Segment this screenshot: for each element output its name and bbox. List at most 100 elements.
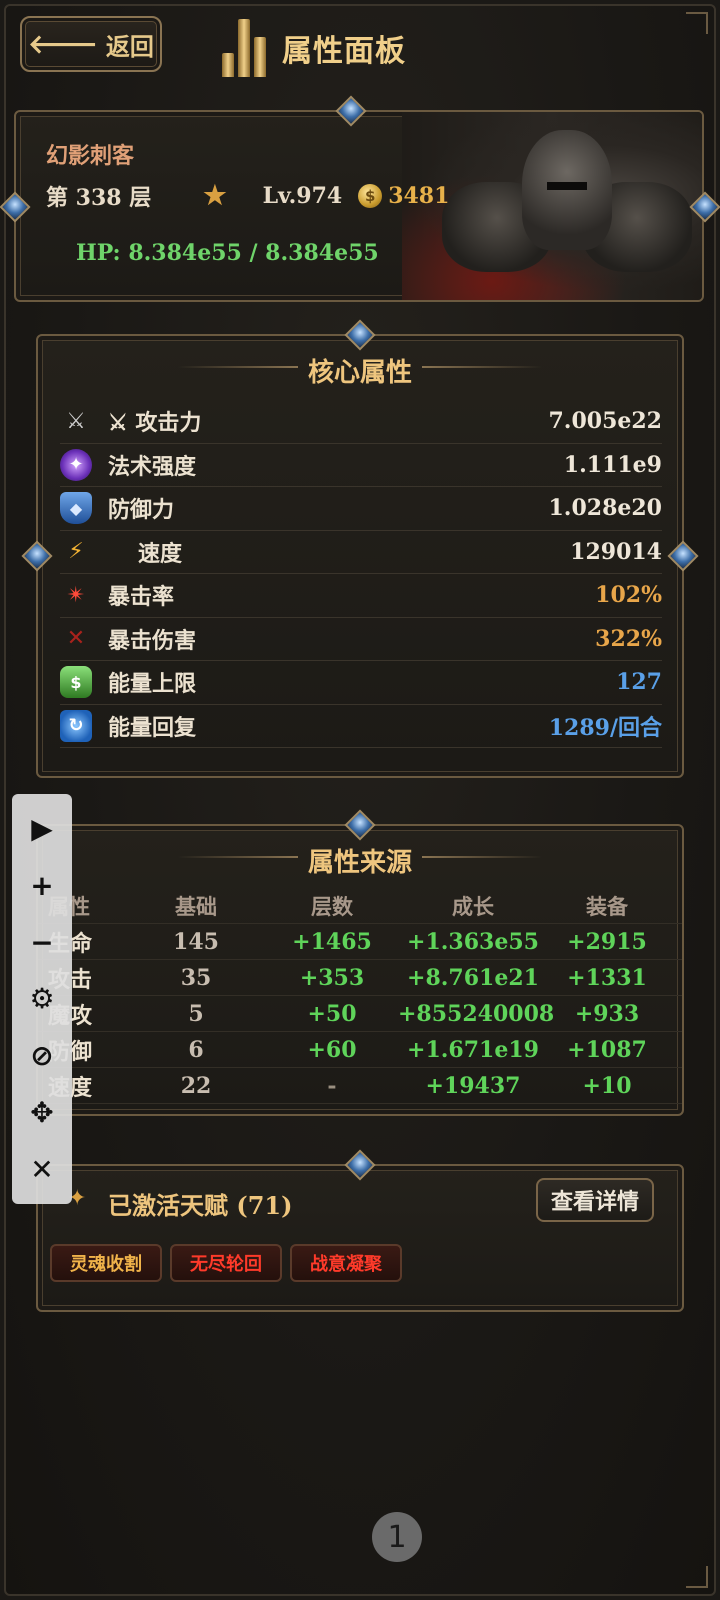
table-cell: +8.761e21 <box>407 964 539 991</box>
page-title: 属性面板 <box>282 34 406 69</box>
hp-readout: HP: 8.384e55 / 8.384e55 <box>76 240 379 266</box>
talents-title: 已激活天赋 (71) <box>108 1191 293 1220</box>
stat-row-attack: ⚔ ⚔ 攻击力 7.005e22 <box>60 400 662 444</box>
lightning-icon: ⚡ <box>68 539 84 565</box>
shield-icon: ◆ <box>60 492 92 525</box>
core-stats-list: ⚔ ⚔ 攻击力 7.005e22 ✦ 法术强度 1.111e9 ◆ 防御力 1.… <box>60 400 662 748</box>
corner-ornament <box>686 12 708 34</box>
zoom-out-icon[interactable]: − <box>22 922 62 962</box>
character-stats: 第 338 层 ★ Lv.974 $ 3481 <box>46 180 449 212</box>
view-details-button[interactable]: 查看详情 <box>536 1178 654 1222</box>
stat-value: 127 <box>616 669 662 696</box>
table-cell: +1.671e19 <box>407 1036 539 1063</box>
sources-title: 属性来源 <box>307 848 412 878</box>
stat-label: 暴击率 <box>108 584 175 611</box>
zoom-in-icon[interactable]: + <box>22 865 62 905</box>
corner-ornament <box>686 1566 708 1588</box>
play-icon[interactable]: ▶ <box>22 808 62 848</box>
character-name: 幻影刺客 <box>46 143 135 169</box>
level-label: Lv.974 <box>262 183 343 209</box>
stat-value: 7.005e22 <box>548 408 662 435</box>
stat-row-defense: ◆ 防御力 1.028e20 <box>60 487 662 531</box>
table-row: 魔攻 5 +50 +855240008 +933 <box>38 996 682 1032</box>
stat-label: 能量上限 <box>108 671 197 698</box>
table-header: 属性 基础 层数 成长 装备 <box>38 888 682 924</box>
table-cell: +1.363e55 <box>407 928 539 955</box>
table-cell: +1087 <box>567 1036 647 1063</box>
table-cell: 145 <box>173 928 219 955</box>
table-row: 速度 22 - +19437 +10 <box>38 1068 682 1104</box>
stat-row-spell-power: ✦ 法术强度 1.111e9 <box>60 444 662 487</box>
stat-row-energy-cap: $ 能量上限 127 <box>60 661 662 705</box>
sword-icon: ⚔ <box>66 408 86 434</box>
close-icon[interactable]: ✕ <box>22 1149 62 1189</box>
stat-row-crit-damage: ✕ 暴击伤害 322% <box>60 618 662 661</box>
sources-panel: 属性来源 属性 基础 层数 成长 装备 生命 145 +1465 +1.363e… <box>36 809 684 1116</box>
table-cell: +1331 <box>567 964 647 991</box>
column-header: 装备 <box>586 893 628 919</box>
magic-icon: ✦ <box>60 448 92 481</box>
stat-label: 能量回复 <box>108 714 197 741</box>
regen-icon: ↻ <box>60 709 92 742</box>
table-cell: +2915 <box>567 928 647 955</box>
table-cell: +60 <box>307 1036 357 1063</box>
table-cell: 35 <box>180 964 212 991</box>
table-cell: - <box>327 1072 337 1099</box>
gold-amount: 3481 <box>388 183 450 209</box>
floor-label: 第 338 层 <box>46 185 152 211</box>
back-button[interactable]: 🡐 返回 <box>20 16 162 72</box>
table-cell: 22 <box>180 1072 212 1099</box>
stats-bars-icon <box>222 19 266 77</box>
table-row: 生命 145 +1465 +1.363e55 +2915 <box>38 924 682 960</box>
eye-off-icon[interactable]: ⊘ <box>22 1036 62 1076</box>
stat-row-energy-regen: ↻ 能量回复 1289/回合 <box>60 705 662 748</box>
table-cell: +50 <box>307 1000 357 1027</box>
stat-label: 速度 <box>138 540 183 567</box>
coin-icon: $ <box>358 184 383 208</box>
stat-value: 129014 <box>570 538 662 565</box>
stat-value: 1289/回合 <box>548 714 662 741</box>
stat-row-crit-rate: ✴ 暴击率 102% <box>60 574 662 618</box>
table-cell: +1465 <box>292 928 372 955</box>
stat-label: 暴击伤害 <box>108 627 197 654</box>
stat-value: 1.028e20 <box>548 495 662 522</box>
column-header: 层数 <box>311 893 353 919</box>
sources-table: 属性 基础 层数 成长 装备 生命 145 +1465 +1.363e55 +2… <box>38 888 682 1104</box>
stat-label: ⚔ 攻击力 <box>108 410 202 437</box>
crit-icon: ✴ <box>66 582 86 608</box>
table-cell: 6 <box>188 1036 204 1063</box>
table-cell: +10 <box>582 1072 632 1099</box>
table-cell: +353 <box>299 964 365 991</box>
stat-label: 法术强度 <box>108 453 197 480</box>
table-cell: +19437 <box>425 1072 521 1099</box>
talent-tag[interactable]: 战意凝聚 <box>290 1244 402 1282</box>
table-cell: +855240008 <box>398 1000 555 1027</box>
star-icon: ★ <box>203 181 227 211</box>
stat-value: 1.111e9 <box>563 451 662 478</box>
table-cell: +933 <box>574 1000 640 1027</box>
table-row: 攻击 35 +353 +8.761e21 +1331 <box>38 960 682 996</box>
gear-icon[interactable]: ⚙ <box>22 979 62 1019</box>
stat-row-speed: ⚡ 速度 129014 <box>60 531 662 574</box>
back-arrow-icon: 🡐 <box>28 29 98 60</box>
stat-value: 102% <box>595 582 662 609</box>
column-header: 基础 <box>175 893 217 919</box>
talent-tags: 灵魂收割 无尽轮回 战意凝聚 <box>50 1244 402 1282</box>
talents-panel: ✦ 已激活天赋 (71) 查看详情 灵魂收割 无尽轮回 战意凝聚 <box>36 1149 684 1312</box>
move-icon[interactable]: ✥ <box>22 1093 62 1133</box>
talent-tag[interactable]: 灵魂收割 <box>50 1244 162 1282</box>
column-header: 成长 <box>452 893 494 919</box>
talent-tag[interactable]: 无尽轮回 <box>170 1244 282 1282</box>
stat-label: 防御力 <box>108 497 175 524</box>
back-label: 返回 <box>105 31 154 61</box>
floating-toolbar: ▶ + − ⚙ ⊘ ✥ ✕ <box>12 794 72 1204</box>
page-indicator[interactable]: 1 <box>372 1512 422 1562</box>
table-row: 防御 6 +60 +1.671e19 +1087 <box>38 1032 682 1068</box>
table-cell: 5 <box>188 1000 204 1027</box>
energy-bag-icon: $ <box>60 666 92 699</box>
stat-value: 322% <box>595 625 662 652</box>
core-stats-title: 核心属性 <box>307 358 412 388</box>
page-header: 属性面板 <box>222 18 406 78</box>
character-panel: 幻影刺客 第 338 层 ★ Lv.974 $ 3481 HP: 8.384e5… <box>14 110 704 302</box>
core-stats-panel: 核心属性 ⚔ ⚔ 攻击力 7.005e22 ✦ 法术强度 1.111e9 ◆ 防… <box>21 319 699 778</box>
